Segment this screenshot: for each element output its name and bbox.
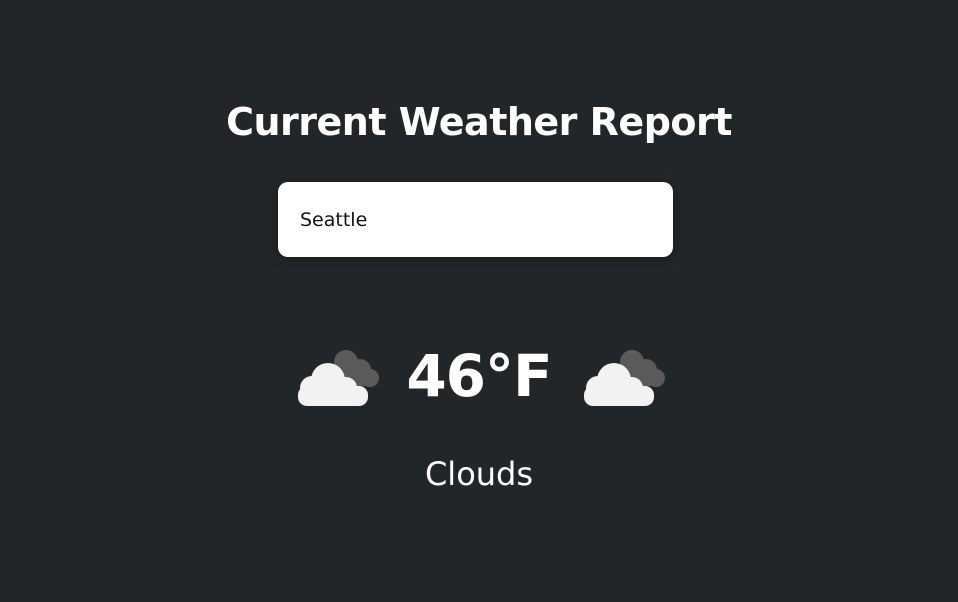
temperature: 46°F xyxy=(406,342,552,410)
city-search-input[interactable] xyxy=(278,182,673,257)
weather-summary: 46°F xyxy=(0,336,958,416)
weather-app: Current Weather Report 46°F xyxy=(0,0,958,602)
page-title: Current Weather Report xyxy=(226,100,732,144)
cloud-icon xyxy=(298,350,380,406)
cloud-icon xyxy=(583,350,665,406)
weather-condition: Clouds xyxy=(424,455,534,493)
search-box[interactable] xyxy=(278,182,673,257)
